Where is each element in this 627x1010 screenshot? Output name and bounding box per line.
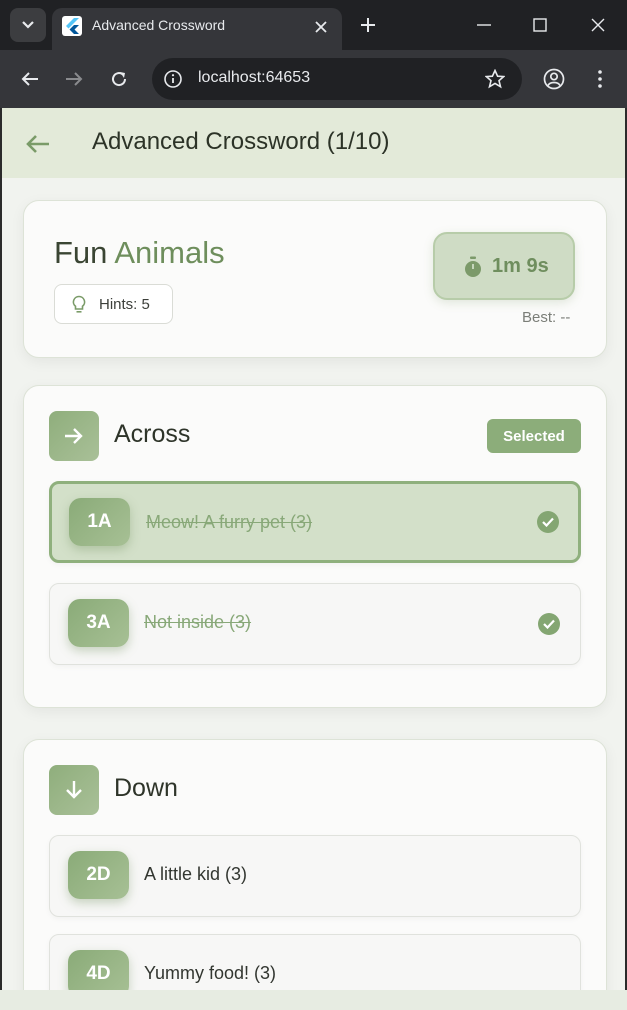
app-bar: Advanced Crossword (1/10) — [2, 108, 625, 178]
clue-number: 2D — [68, 851, 129, 899]
browser-toolbar: localhost:64653 — [0, 50, 627, 108]
minimize-button[interactable] — [471, 12, 497, 38]
url-text[interactable]: localhost:64653 — [198, 69, 310, 87]
clue-number: 1A — [69, 498, 130, 546]
minimize-icon — [477, 24, 491, 26]
site-info-icon[interactable] — [162, 68, 184, 90]
arrow-right-icon — [66, 72, 83, 86]
arrow-right-icon — [65, 428, 83, 444]
down-section: Down 2D A little kid (3) 4D Yummy food! … — [23, 739, 607, 990]
profile-button[interactable] — [540, 65, 568, 93]
close-icon — [591, 18, 605, 32]
kebab-menu-icon — [598, 70, 602, 88]
clue-text: A little kid (3) — [144, 864, 248, 884]
down-icon-tile — [49, 765, 99, 815]
app-back-button[interactable] — [22, 128, 54, 160]
page-title: Advanced Crossword (1/10) — [92, 128, 390, 155]
stopwatch-icon — [465, 256, 481, 277]
reload-button[interactable] — [105, 65, 133, 93]
clue-4d[interactable]: 4D Yummy food! (3) — [49, 934, 581, 990]
across-section: Across Selected 1A Meow! A furry pet (3)… — [23, 385, 607, 708]
close-icon — [315, 21, 327, 33]
puzzle-title-prefix: Fun — [54, 235, 115, 270]
clue-number: 4D — [68, 950, 129, 990]
maximize-icon — [533, 18, 547, 32]
check-icon — [537, 511, 559, 533]
puzzle-title-accent: Animals — [114, 235, 225, 270]
timer-value: 1m 9s — [492, 255, 549, 277]
back-button[interactable] — [16, 65, 44, 93]
new-tab-button[interactable] — [355, 12, 381, 38]
tab-title: Advanced Crossword — [92, 17, 226, 33]
puzzle-info-card: Fun Animals Hints: 5 1m 9s Best: -- — [23, 200, 607, 358]
clue-text: Yummy food! (3) — [144, 963, 277, 983]
clue-text: Not inside (3) — [144, 612, 252, 632]
browser-tab[interactable]: Advanced Crossword — [52, 8, 342, 50]
window-bottom-edge — [0, 990, 627, 1010]
tab-search-button[interactable] — [10, 8, 46, 42]
clue-3a[interactable]: 3A Not inside (3) — [49, 583, 581, 665]
chevron-down-icon — [22, 21, 34, 29]
bookmark-star-icon[interactable] — [484, 68, 506, 90]
arrow-left-icon — [26, 135, 49, 153]
tab-close-button[interactable] — [310, 16, 332, 38]
forward-button[interactable] — [60, 65, 88, 93]
check-icon — [538, 613, 560, 635]
reload-icon — [112, 72, 127, 87]
app-viewport: Advanced Crossword (1/10) Fun Animals Hi… — [2, 108, 625, 990]
hints-chip[interactable]: Hints: 5 — [54, 284, 173, 324]
clue-1a[interactable]: 1A Meow! A furry pet (3) — [49, 481, 581, 563]
clue-number: 3A — [68, 599, 129, 647]
selected-badge: Selected — [487, 419, 581, 453]
plus-icon — [361, 18, 375, 32]
arrow-left-icon — [21, 72, 38, 86]
hints-label: Hints: 5 — [99, 296, 150, 313]
menu-button[interactable] — [586, 65, 614, 93]
best-time: Best: -- — [522, 309, 571, 326]
address-bar[interactable]: localhost:64653 — [152, 58, 522, 100]
lightbulb-icon — [72, 295, 86, 313]
clue-2d[interactable]: 2D A little kid (3) — [49, 835, 581, 917]
across-icon-tile — [49, 411, 99, 461]
down-title: Down — [114, 774, 178, 802]
close-window-button[interactable] — [585, 12, 611, 38]
profile-icon — [543, 68, 565, 90]
flutter-icon — [62, 16, 82, 36]
browser-tabbar: Advanced Crossword — [0, 0, 627, 50]
maximize-button[interactable] — [527, 12, 553, 38]
timer-display: 1m 9s — [433, 232, 575, 300]
puzzle-title: Fun Animals — [54, 235, 225, 271]
clue-text: Meow! A furry pet (3) — [146, 512, 313, 532]
arrow-down-icon — [66, 781, 82, 799]
across-title: Across — [114, 420, 191, 448]
